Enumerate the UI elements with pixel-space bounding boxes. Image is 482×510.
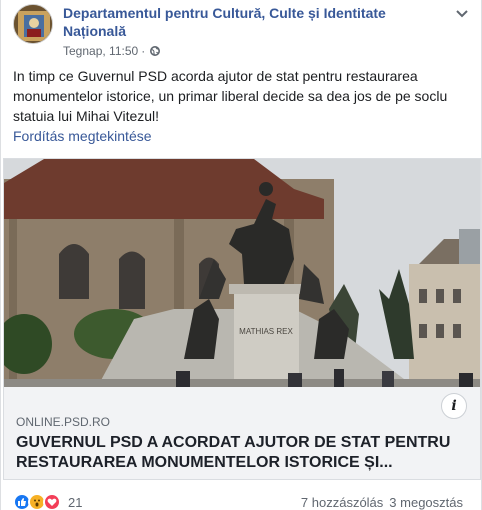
globe-icon — [150, 45, 161, 56]
post-text: In timp ce Guvernul PSD acorda ajutor de… — [13, 68, 448, 124]
post-card: Departamentul pentru Cultură, Culte și I… — [0, 0, 482, 510]
comments-count-link[interactable]: 7 hozzászólás — [301, 495, 383, 510]
timestamp-link[interactable]: Tegnap, 11:50 — [63, 44, 138, 58]
monument-inscription: MATHIAS REX — [239, 327, 293, 336]
love-icon — [43, 493, 61, 510]
page-avatar[interactable] — [13, 4, 53, 44]
shares-count-link[interactable]: 3 megosztás — [389, 495, 463, 510]
chevron-down-icon[interactable] — [451, 6, 473, 22]
info-icon[interactable]: i — [441, 393, 467, 419]
link-preview[interactable]: MATHIAS REX i ONLINE.PSD.RO GUVERNUL PSD… — [3, 158, 481, 480]
post-stats: 7 hozzászólás 3 megosztás — [301, 495, 463, 510]
preview-image[interactable]: MATHIAS REX — [4, 159, 480, 387]
reactions-summary[interactable]: 21 — [13, 493, 82, 510]
page-name-link[interactable]: Departamentul pentru Cultură, Culte și I… — [63, 4, 433, 40]
link-headline[interactable]: GUVERNUL PSD A ACORDAT AJUTOR DE STAT PE… — [16, 433, 471, 473]
reaction-count[interactable]: 21 — [68, 495, 82, 510]
link-domain: ONLINE.PSD.RO — [16, 415, 111, 429]
post-meta: Tegnap, 11:50 · — [63, 44, 161, 58]
see-translation-link[interactable]: Fordítás megtekintése — [13, 128, 152, 144]
